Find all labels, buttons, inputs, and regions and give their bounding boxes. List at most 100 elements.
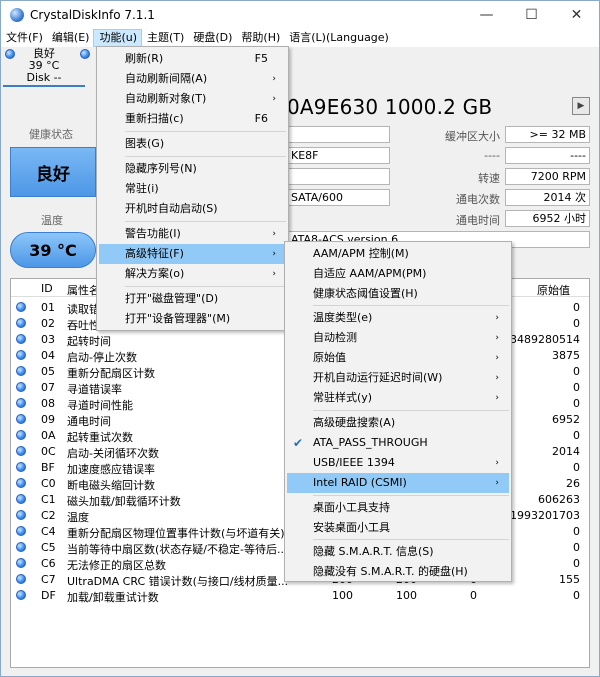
attribute-id: C6 — [41, 557, 56, 570]
attribute-id: C7 — [41, 573, 56, 586]
function-menu-item[interactable]: 自动刷新对象(T) › — [99, 89, 286, 109]
raw-value: 0 — [573, 365, 580, 378]
menu-theme[interactable]: 主题(T) — [142, 29, 188, 47]
menu-item-label: Intel RAID (CSMI) — [313, 476, 407, 489]
attribute-id: C1 — [41, 493, 56, 506]
function-menu-item[interactable]: 重新扫描(c) F6 — [99, 109, 286, 129]
raw-value: 6952 — [552, 413, 580, 426]
raw-value: 0 — [573, 589, 580, 602]
function-menu-item[interactable]: 隐藏序列号(N) — [99, 159, 286, 179]
advanced-menu-item[interactable]: ✔ ATA_PASS_THROUGH — [287, 433, 509, 453]
menu-item-label: 刷新(R) — [125, 52, 164, 65]
info-field-interface — [287, 168, 390, 185]
menu-item-label: AAM/APM 控制(M) — [313, 247, 409, 260]
status-dot-icon — [16, 526, 26, 536]
advanced-menu-item[interactable]: 自适应 AAM/APM(PM) — [287, 264, 509, 284]
maximize-button[interactable]: ☐ — [509, 1, 554, 29]
menu-item-label: 安装桌面小工具 — [313, 521, 390, 534]
advanced-menu-item[interactable]: 开机自动运行延迟时间(W) › — [287, 368, 509, 388]
menu-item-shortcut: F6 — [254, 112, 268, 125]
attribute-id: 05 — [41, 365, 55, 378]
status-dot-icon — [16, 510, 26, 520]
menu-language[interactable]: 语言(L)(Language) — [284, 29, 393, 47]
status-dot-icon — [16, 574, 26, 584]
submenu-arrow-icon: › — [495, 353, 499, 363]
advanced-menu-item[interactable]: 隐藏没有 S.M.A.R.T. 的硬盘(H) — [287, 562, 509, 582]
current-value: 100 — [332, 589, 353, 602]
menu-item-label: 温度类型(e) — [313, 311, 373, 324]
status-dot-icon — [16, 414, 26, 424]
menu-bar: 文件(F) 编辑(E) 功能(u) 主题(T) 硬盘(D) 帮助(H) 语言(L… — [1, 29, 599, 47]
function-menu-item[interactable]: 打开"磁盘管理"(D) — [99, 289, 286, 309]
health-status-badge[interactable]: 良好 — [10, 147, 96, 197]
menu-edit[interactable]: 编辑(E) — [47, 29, 94, 47]
advanced-menu-item[interactable]: 自动检测 › — [287, 328, 509, 348]
disk-tab[interactable]: 良好 39 °C Disk -- — [3, 47, 85, 87]
info-field-firmware — [287, 126, 390, 143]
function-menu-item[interactable]: 刷新(R) F5 — [99, 49, 286, 69]
attribute-id: DF — [41, 589, 56, 602]
submenu-arrow-icon: › — [272, 229, 276, 239]
menu-item-label: 图表(G) — [125, 137, 165, 150]
function-menu-item[interactable]: 高级特征(F) › — [99, 244, 286, 264]
advanced-menu-item[interactable]: 温度类型(e) › — [287, 308, 509, 328]
menu-item-label: 健康状态阈值设置(H) — [313, 287, 418, 300]
attribute-id: C0 — [41, 477, 56, 490]
menu-disk[interactable]: 硬盘(D) — [188, 29, 236, 47]
menu-file[interactable]: 文件(F) — [1, 29, 47, 47]
menu-separator — [125, 221, 286, 222]
power-on-count-label: 通电次数 — [456, 193, 500, 206]
advanced-menu-item[interactable]: 隐藏 S.M.A.R.T. 信息(S) — [287, 542, 509, 562]
close-button[interactable]: ✕ — [554, 1, 599, 29]
function-menu-item[interactable]: 图表(G) — [99, 134, 286, 154]
function-menu-item[interactable]: 解决方案(o) › — [99, 264, 286, 284]
menu-item-label: 开机自动运行延迟时间(W) — [313, 371, 443, 384]
rotation-value: 7200 RPM — [505, 168, 590, 185]
advanced-menu-item[interactable]: 高级硬盘搜索(A) — [287, 413, 509, 433]
menu-function[interactable]: 功能(u) — [93, 29, 143, 47]
menu-item-label: 隐藏没有 S.M.A.R.T. 的硬盘(H) — [313, 565, 468, 578]
advanced-menu-item[interactable]: Intel RAID (CSMI) › — [287, 473, 509, 493]
raw-value: 3875 — [552, 349, 580, 362]
next-disk-button[interactable]: ▶ — [572, 97, 590, 115]
status-dot-icon — [16, 558, 26, 568]
column-raw[interactable]: 原始值 — [537, 282, 570, 298]
advanced-menu-item[interactable]: AAM/APM 控制(M) — [287, 244, 509, 264]
worst-value: 100 — [396, 589, 417, 602]
menu-separator — [125, 286, 286, 287]
advanced-menu-item[interactable]: 常驻样式(y) › — [287, 388, 509, 408]
attribute-id: 03 — [41, 333, 55, 346]
submenu-arrow-icon: › — [495, 458, 499, 468]
temperature-badge[interactable]: 39 °C — [10, 232, 96, 268]
menu-item-label: 自适应 AAM/APM(PM) — [313, 267, 427, 280]
app-window: CrystalDiskInfo 7.1.1 — ☐ ✕ 文件(F) 编辑(E) … — [0, 0, 600, 677]
health-label: 健康状态 — [29, 128, 73, 141]
function-menu-item[interactable]: 打开"设备管理器"(M) — [99, 309, 286, 329]
advanced-menu-item[interactable]: 健康状态阈值设置(H) — [287, 284, 509, 304]
function-menu-item[interactable]: 自动刷新间隔(A) › — [99, 69, 286, 89]
raw-value: 0 — [573, 317, 580, 330]
attribute-id: 09 — [41, 413, 55, 426]
status-dot-icon — [16, 590, 26, 600]
advanced-menu-item[interactable]: USB/IEEE 1394 › — [287, 453, 509, 473]
advanced-menu-item[interactable]: 桌面小工具支持 — [287, 498, 509, 518]
status-dot-icon — [16, 334, 26, 344]
attribute-id: BF — [41, 461, 55, 474]
menu-item-label: ATA_PASS_THROUGH — [313, 436, 428, 449]
menu-item-shortcut: F5 — [254, 52, 268, 65]
function-menu-item[interactable]: 开机时自动启动(S) — [99, 199, 286, 219]
function-menu-item[interactable]: 常驻(i) — [99, 179, 286, 199]
attribute-id: 02 — [41, 317, 55, 330]
advanced-menu-item[interactable]: 原始值 › — [287, 348, 509, 368]
play-icon: ▶ — [577, 101, 585, 111]
submenu-arrow-icon: › — [495, 393, 499, 403]
raw-value: 0 — [573, 461, 580, 474]
table-row[interactable]: DF 加载/卸载重试计数 100 100 0 0 — [11, 587, 589, 604]
function-menu-item[interactable]: 警告功能(I) › — [99, 224, 286, 244]
menu-help[interactable]: 帮助(H) — [236, 29, 284, 47]
advanced-menu-item[interactable]: 安装桌面小工具 — [287, 518, 509, 538]
column-id[interactable]: ID — [41, 282, 53, 295]
raw-value: 2014 — [552, 445, 580, 458]
submenu-arrow-icon: › — [495, 313, 499, 323]
minimize-button[interactable]: — — [464, 1, 509, 29]
